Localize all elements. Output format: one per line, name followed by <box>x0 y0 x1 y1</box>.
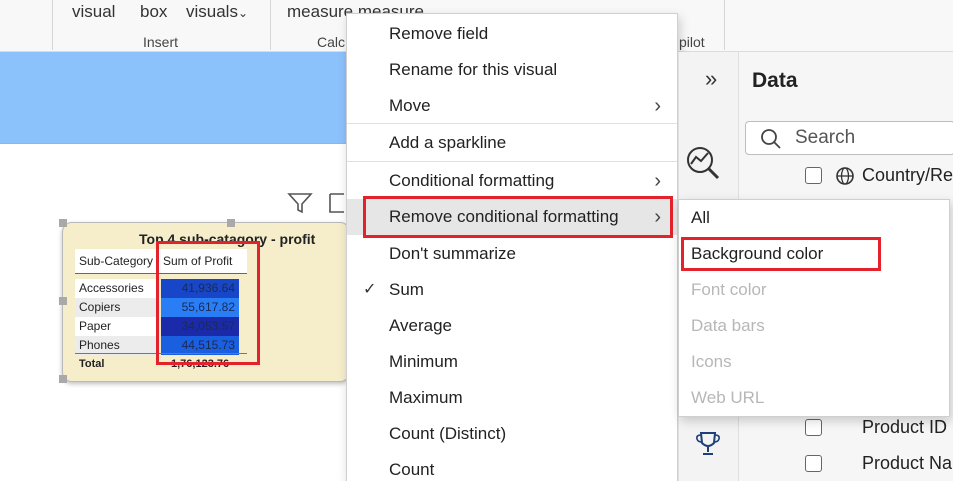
field-product-name[interactable]: Product Na <box>862 453 952 474</box>
menu-item-move[interactable]: Move › <box>347 88 677 124</box>
menu-item-label: Count (Distinct) <box>389 424 507 443</box>
menu-item-add-a-sparkline[interactable]: Add a sparkline <box>347 125 677 161</box>
column-header-sub-category[interactable]: Sub-Category <box>79 254 153 268</box>
ribbon-divider <box>724 0 725 50</box>
globe-icon <box>836 167 854 185</box>
ribbon-more-visuals-label: visuals <box>186 2 238 21</box>
data-pane-title: Data <box>752 69 798 92</box>
menu-item-label: Add a sparkline <box>389 133 507 152</box>
menu-item-sum[interactable]: Sum ✓ <box>347 272 677 308</box>
submenu-remove-conditional-formatting: All Background color Font color Data bars Ic… <box>678 199 950 417</box>
menu-separator <box>347 161 677 162</box>
menu-item-label: Sum <box>389 280 424 299</box>
menu-item-label: Count <box>389 460 435 479</box>
highlight-box-remove-conditional-formatting <box>363 196 673 238</box>
highlight-box-background-color <box>681 237 881 271</box>
menu-item-rename-for-this-visual[interactable]: Rename for this visual <box>347 52 677 88</box>
menu-item-minimum[interactable]: Minimum <box>347 344 677 380</box>
chevron-right-icon: › <box>654 170 661 192</box>
ribbon-divider <box>270 0 271 50</box>
checkmark-icon: ✓ <box>363 281 377 298</box>
data-search-input[interactable]: Search <box>745 121 953 155</box>
ribbon-group-calculations: Calc <box>317 34 346 50</box>
menu-item-label: Minimum <box>389 352 458 371</box>
menu-item-label: Average <box>389 316 453 335</box>
ribbon-group-copilot: pilot <box>679 34 705 50</box>
menu-item-label: Move <box>389 96 431 115</box>
menu-item-label: Rename for this visual <box>389 60 558 79</box>
resize-handle[interactable] <box>59 219 67 227</box>
menu-item-conditional-formatting[interactable]: Conditional formatting › <box>347 163 677 199</box>
field-checkbox[interactable] <box>805 167 822 184</box>
ribbon-group-insert: Insert <box>143 34 179 50</box>
field-country-region[interactable]: Country/Re <box>862 165 953 186</box>
context-menu: Remove field Rename for this visual Move › A… <box>346 13 678 481</box>
menu-item-don-t-summarize[interactable]: Don't summarize <box>347 236 677 272</box>
canvas-banner-shape[interactable] <box>0 52 346 144</box>
menu-item-label: Conditional formatting <box>389 171 555 190</box>
highlight-box-sum-of-profit <box>156 241 260 365</box>
sub-category-cell[interactable]: Copiers <box>79 300 120 314</box>
chevron-down-icon: ⌄ <box>237 6 249 20</box>
submenu-item-web-url: Web URL <box>691 388 765 407</box>
submenu-item-icons: Icons <box>691 352 732 371</box>
sub-category-cell[interactable]: Paper <box>79 319 111 333</box>
field-product-id[interactable]: Product ID <box>862 417 947 438</box>
sub-category-cell[interactable]: Accessories <box>79 281 144 295</box>
ribbon-divider <box>52 0 53 50</box>
field-checkbox[interactable] <box>805 419 822 436</box>
ribbon-more-visuals[interactable]: visuals⌄ <box>186 2 248 22</box>
filter-icon[interactable] <box>286 190 314 216</box>
submenu-item-data-bars: Data bars <box>691 316 765 335</box>
analytics-icon[interactable] <box>684 144 724 184</box>
menu-item-average[interactable]: Average <box>347 308 677 344</box>
submenu-item-font-color: Font color <box>691 280 767 299</box>
chevron-right-icon: › <box>654 95 661 117</box>
menu-item-remove-field[interactable]: Remove field <box>347 16 677 52</box>
resize-handle[interactable] <box>59 375 67 383</box>
expand-pane-icon[interactable]: » <box>705 66 717 92</box>
menu-item-label: Remove field <box>389 24 489 43</box>
ribbon-text-box[interactable]: box <box>140 2 167 22</box>
menu-item-count-distinct[interactable]: Count (Distinct) <box>347 416 677 452</box>
search-placeholder: Search <box>795 127 856 148</box>
menu-item-label: Don't summarize <box>389 244 517 263</box>
search-icon <box>761 129 781 149</box>
field-checkbox[interactable] <box>805 455 822 472</box>
submenu-item-all[interactable]: All <box>679 200 949 236</box>
table-visual[interactable]: Top 4 sub-catagory - profit Sub-Category… <box>59 219 350 383</box>
resize-handle[interactable] <box>59 297 67 305</box>
menu-item-label: Maximum <box>389 388 463 407</box>
resize-handle[interactable] <box>227 219 235 227</box>
sub-category-cell[interactable]: Phones <box>79 338 120 352</box>
total-label: Total <box>79 358 105 370</box>
trophy-icon[interactable] <box>695 430 721 458</box>
focus-mode-icon[interactable] <box>328 190 346 216</box>
menu-item-count[interactable]: Count <box>347 452 677 481</box>
ribbon-new-visual[interactable]: visual <box>72 2 115 22</box>
menu-item-maximum[interactable]: Maximum <box>347 380 677 416</box>
